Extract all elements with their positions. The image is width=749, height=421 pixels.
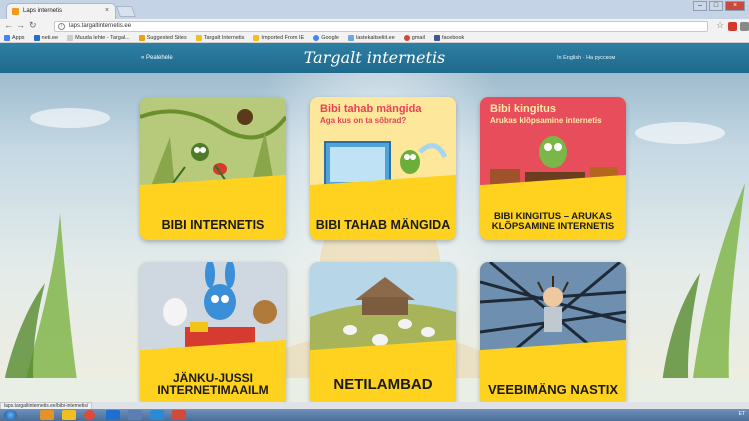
lang-english-link[interactable]: In English: [557, 55, 581, 61]
google-icon: [313, 34, 320, 41]
language-links: In English · На русском: [557, 55, 615, 61]
card-illustration: [310, 262, 456, 354]
card-subtitle: Bibi tahab mängida: [320, 103, 422, 115]
card-subtitle: Bibi kingitus: [490, 103, 556, 115]
card-title: VEEBIMÄNG NASTIX: [487, 382, 618, 398]
os-taskbar: ET: [0, 409, 749, 421]
bookmark-item[interactable]: Google: [313, 34, 339, 41]
card-label-band: [140, 189, 286, 240]
site-header: « Pealehele Targalt internetis In Englis…: [0, 43, 749, 73]
bookmark-item[interactable]: facebook: [433, 34, 464, 41]
card-illustration: [480, 262, 626, 354]
bookmark-item[interactable]: Muuda lehte - Targal...: [67, 34, 130, 41]
taskbar-app-icon[interactable]: [128, 410, 142, 420]
site-logo[interactable]: Targalt internetis: [0, 48, 749, 67]
card-veebimang-nastix[interactable]: VEEBIMÄNG NASTIX: [480, 262, 626, 402]
card-bibi-internetis[interactable]: BIBI INTERNETIS: [140, 97, 286, 240]
bookmark-star-icon[interactable]: ☆: [716, 20, 724, 31]
bookmark-favicon-icon: [138, 34, 145, 41]
forward-arrow-icon[interactable]: →: [16, 20, 25, 30]
page-viewport: « Pealehele Targalt internetis In Englis…: [0, 43, 749, 402]
bookmark-item[interactable]: Apps: [4, 34, 25, 41]
info-icon[interactable]: i: [58, 23, 65, 30]
taskbar-app-icon[interactable]: [106, 410, 120, 420]
chrome-icon[interactable]: [84, 410, 95, 420]
folder-icon[interactable]: [62, 410, 76, 420]
tab-close-icon[interactable]: ×: [105, 7, 109, 14]
card-janku-jussi[interactable]: JÄNKU-JUSSI INTERNETIMAAILM: [140, 262, 286, 402]
bookmarks-bar: Apps neti.ee Muuda lehte - Targal... Sug…: [0, 33, 749, 43]
address-bar[interactable]: i laps.targaltinternetis.ee: [54, 21, 708, 32]
tab-title: Laps internetis: [23, 8, 63, 14]
page-icon: [67, 34, 74, 41]
facebook-icon: [433, 34, 440, 41]
new-tab-button[interactable]: [115, 6, 137, 17]
maximize-icon[interactable]: □: [709, 1, 723, 11]
browser-tab[interactable]: Laps internetis ×: [6, 3, 116, 19]
taskbar-app-icon[interactable]: [40, 410, 54, 420]
bookmark-item[interactable]: gmail: [403, 34, 425, 41]
favicon-icon: [12, 8, 19, 15]
start-button-icon[interactable]: [4, 410, 17, 420]
google-icon: [403, 34, 410, 41]
card-subtitle-secondary: Arukas klõpsamine internetis: [490, 116, 602, 125]
folder-icon: [195, 34, 202, 41]
extension-icon[interactable]: [728, 22, 737, 31]
close-window-icon[interactable]: ×: [725, 1, 745, 11]
menu-icon[interactable]: [740, 22, 749, 31]
browser-toolbar: ← → ↻ i laps.targaltinternetis.ee ☆: [0, 19, 749, 33]
bookmark-favicon-icon: [347, 34, 354, 41]
reload-icon[interactable]: ↻: [29, 20, 37, 31]
bookmark-item[interactable]: lastekaitseliit.ee: [347, 34, 395, 41]
skype-icon[interactable]: [150, 410, 164, 420]
card-netilambad[interactable]: NETILAMBAD: [310, 262, 456, 402]
card-title: NETILAMBAD: [333, 376, 433, 394]
lang-russian-link[interactable]: На русском: [586, 55, 615, 61]
tab-strip: Laps internetis × – □ ×: [0, 0, 749, 19]
minimize-icon[interactable]: –: [693, 1, 707, 11]
bookmark-item[interactable]: neti.ee: [33, 34, 58, 41]
card-title: BIBI INTERNETIS: [161, 217, 265, 232]
bookmark-item[interactable]: Targalt Internetis: [195, 34, 244, 41]
card-title: BIBI TAHAB MÄNGIDA: [315, 217, 451, 232]
back-arrow-icon[interactable]: ←: [4, 20, 13, 30]
folder-icon: [253, 34, 260, 41]
card-bibi-kingitus[interactable]: Bibi kingitus Arukas klõpsamine internet…: [480, 97, 626, 240]
address-url: laps.targaltinternetis.ee: [69, 23, 132, 29]
card-label-band: [310, 189, 456, 240]
bookmark-item[interactable]: Imported From IE: [253, 34, 304, 41]
powerpoint-icon[interactable]: [172, 410, 186, 420]
card-illustration: [140, 262, 286, 354]
system-tray-language[interactable]: ET: [739, 411, 745, 417]
card-title: BIBI KINGITUS – ARUKAS KLÕPSAMINE INTERN…: [491, 211, 615, 233]
bookmark-item[interactable]: Suggested Sites: [138, 34, 187, 41]
bookmark-favicon-icon: [33, 34, 40, 41]
card-illustration: [140, 97, 286, 189]
card-bibi-tahab-mangida[interactable]: Bibi tahab mängida Aga kus on ta sõbrad?…: [310, 97, 456, 240]
card-title: JÄNKU-JUSSI INTERNETIMAAILM: [157, 370, 269, 398]
apps-icon: [4, 34, 10, 41]
window-controls: – □ ×: [693, 1, 745, 11]
card-subtitle-secondary: Aga kus on ta sõbrad?: [320, 116, 407, 125]
